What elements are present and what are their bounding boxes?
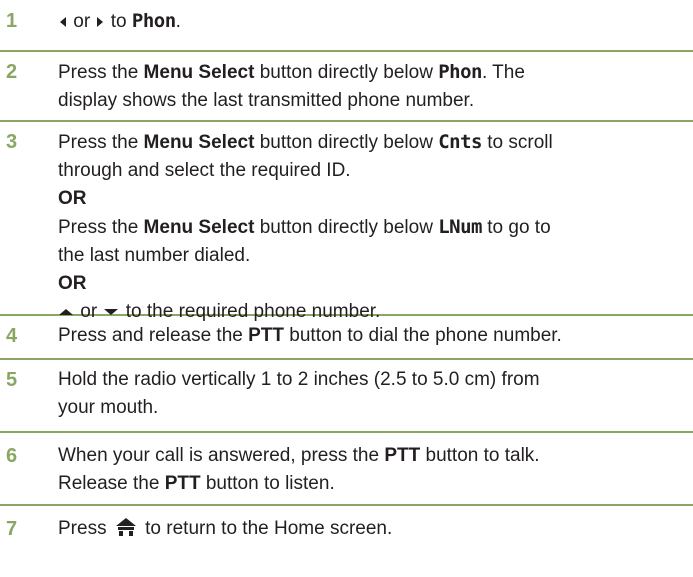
down-arrow-key-icon (104, 308, 119, 315)
or-label: OR (58, 188, 87, 209)
step-3: 3 Press the Menu Select button directly … (0, 122, 693, 322)
step-5: 5 Hold the radio vertically 1 to 2 inche… (0, 360, 693, 433)
right-arrow-key-icon (97, 16, 104, 27)
display-text-lnum: LNum (438, 216, 482, 238)
step-number: 2 (6, 61, 18, 83)
step-2: 2 Press the Menu Select button directly … (0, 52, 693, 122)
step-number: 3 (6, 131, 18, 153)
step-6: 6 When your call is answered, press the … (0, 433, 693, 506)
or-label: OR (58, 273, 87, 294)
step-number: 7 (6, 518, 18, 540)
left-arrow-key-icon (60, 16, 66, 27)
step-1: 1 or to Phon. (0, 2, 693, 52)
step-text: Press to return to the Home screen. (58, 515, 693, 545)
step-7: 7 Press to return to the Home screen. (0, 506, 693, 546)
display-text-cnts: Cnts (438, 131, 482, 153)
step-number: 5 (6, 369, 18, 391)
step-text: Press the Menu Select button directly be… (58, 61, 525, 111)
step-text: Press and release the PTT button to dial… (58, 325, 562, 346)
step-text: When your call is answered, press the PT… (58, 445, 540, 494)
step-number: 4 (6, 325, 18, 347)
steps-list: 1 or to Phon. 2 Press the Menu Select bu… (0, 0, 693, 546)
step-4: 4 Press and release the PTT button to di… (0, 316, 693, 360)
step-number: 1 (6, 10, 18, 32)
step-number: 6 (6, 445, 18, 467)
up-arrow-key-icon (59, 308, 73, 315)
display-text-phon: Phon (131, 10, 176, 32)
step-text: Hold the radio vertically 1 to 2 inches … (58, 369, 540, 418)
step-text: Press the Menu Select button directly be… (58, 128, 693, 326)
step-text: or to Phon. (58, 7, 693, 36)
display-text-phon: Phon (438, 61, 482, 83)
home-button-icon (115, 517, 136, 545)
